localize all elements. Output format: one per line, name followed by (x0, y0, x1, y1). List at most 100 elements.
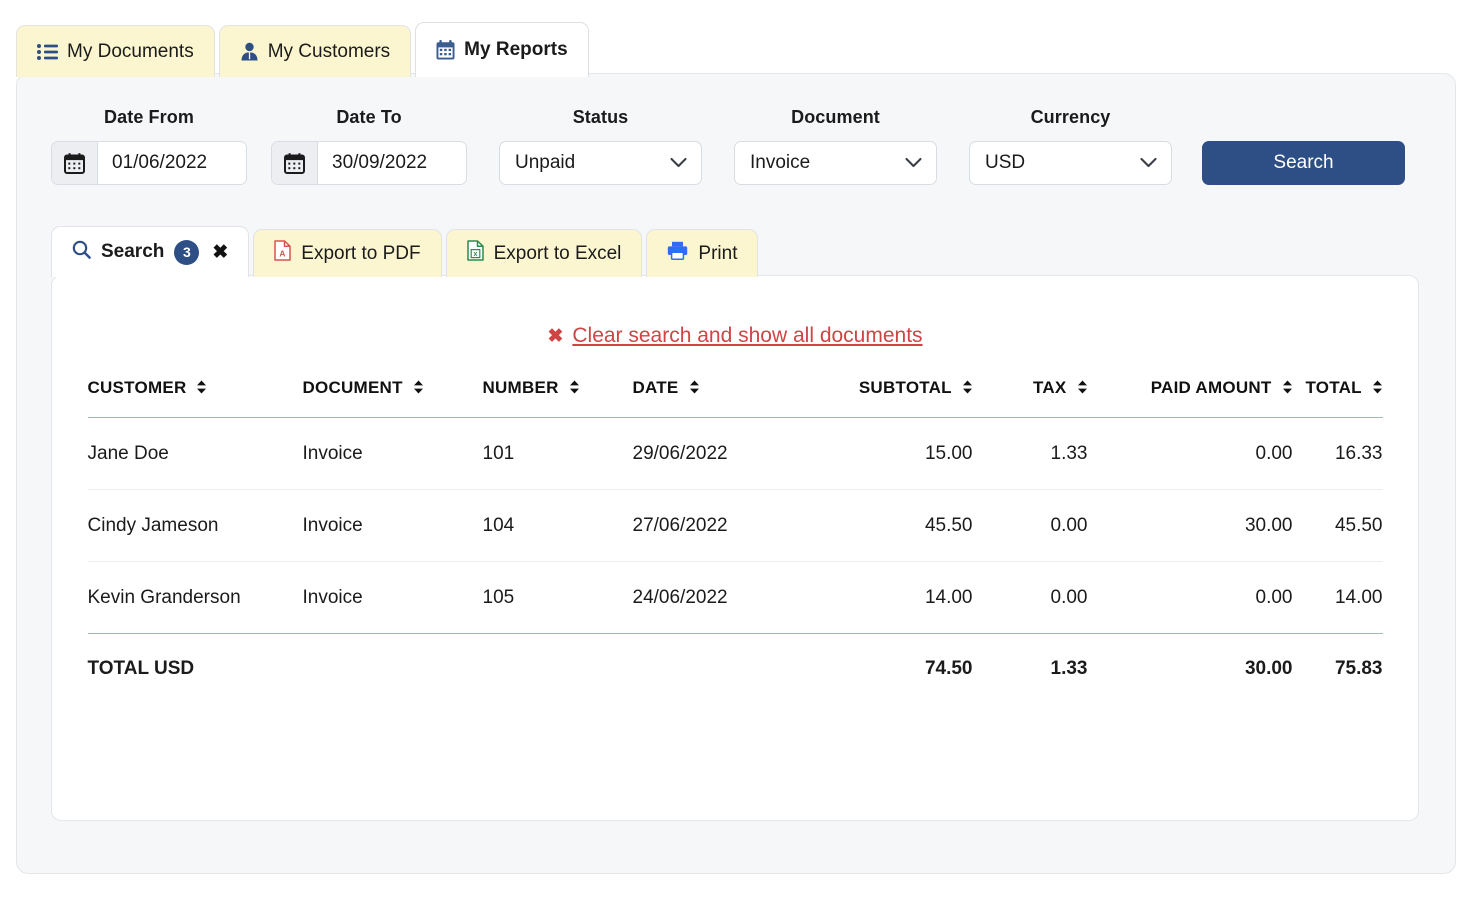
filter-label: Document (791, 107, 880, 127)
filter-bar: Date From 01/06/2022 Date To 30/09/2022 … (51, 107, 1405, 185)
status-select[interactable]: Unpaid (499, 141, 702, 185)
sort-icon (1077, 379, 1088, 399)
totals-spacer (303, 634, 483, 705)
clear-search-link[interactable]: Clear search and show all documents (572, 324, 922, 348)
cell-customer: Cindy Jameson (87, 489, 303, 562)
svg-text:A: A (280, 249, 286, 259)
cell-subtotal: 45.50 (817, 489, 973, 562)
column-header-document[interactable]: DOCUMENT (302, 378, 483, 418)
tab-search-results[interactable]: Search 3 ✖ (51, 226, 250, 277)
totals-spacer (633, 634, 818, 705)
sort-icon (1282, 379, 1293, 399)
search-result-count-badge: 3 (174, 239, 200, 265)
cell-paid-amount: 30.00 (1087, 489, 1293, 562)
column-label: SUBTOTAL (858, 378, 952, 397)
list-icon (37, 43, 58, 61)
tab-export-excel[interactable]: x Export to Excel (445, 229, 643, 277)
totals-spacer (483, 634, 633, 705)
sort-icon (413, 379, 424, 399)
totals-total: 75.83 (1334, 658, 1383, 679)
results-card: ✖ Clear search and show all documents CU… (51, 275, 1419, 821)
cell-number: 104 (482, 489, 633, 562)
cell-document: Invoice (302, 489, 483, 562)
cell-subtotal: 14.00 (817, 561, 973, 634)
document-select[interactable]: Invoice (734, 141, 937, 185)
cell-tax: 0.00 (972, 561, 1088, 634)
close-icon[interactable]: ✖ (547, 327, 563, 346)
filter-label: Date To (336, 107, 402, 127)
tab-label: My Reports (464, 39, 568, 60)
column-label: CUSTOMER (87, 378, 187, 397)
clear-search-row: ✖ Clear search and show all documents (52, 324, 1418, 348)
cell-tax: 0.00 (972, 489, 1088, 562)
tab-export-pdf[interactable]: A Export to PDF (253, 229, 442, 277)
cell-date: 24/06/2022 (632, 561, 818, 634)
filter-label: Date From (104, 107, 194, 127)
sort-icon (1372, 379, 1383, 399)
calendar-icon[interactable] (52, 142, 98, 184)
status-value: Unpaid (515, 152, 576, 173)
search-tab-label: Search (101, 241, 165, 262)
currency-select[interactable]: USD (969, 141, 1172, 185)
date-to-input-group[interactable]: 30/09/2022 (271, 141, 467, 185)
filter-status: Status Unpaid (499, 107, 702, 185)
column-label: NUMBER (482, 378, 559, 397)
table-row[interactable]: Jane Doe Invoice 101 29/06/2022 15.00 1.… (87, 417, 1383, 490)
column-header-number[interactable]: NUMBER (482, 378, 633, 418)
search-button[interactable]: Search (1202, 141, 1405, 185)
column-label: TAX (1033, 378, 1067, 397)
tab-label: My Customers (267, 40, 391, 62)
cell-document: Invoice (302, 561, 483, 634)
column-header-total[interactable]: TOTAL (1292, 378, 1383, 418)
tab-my-reports[interactable]: My Reports (415, 22, 589, 77)
totals-paid-amount: 30.00 (1244, 658, 1293, 679)
action-tabs: Search 3 ✖ A Export to PDF x Export to E… (51, 226, 762, 277)
column-header-tax[interactable]: TAX (972, 378, 1088, 418)
user-icon (240, 42, 259, 61)
filter-document: Document Invoice (734, 107, 937, 185)
cell-date: 29/06/2022 (632, 417, 818, 490)
currency-value: USD (985, 152, 1026, 173)
close-icon[interactable]: ✖ (212, 243, 228, 262)
column-header-paid-amount[interactable]: PAID AMOUNT (1087, 378, 1293, 418)
table-header-row: CUSTOMER DOCUMENT NUMBER DATE SUBTOTAL T… (87, 378, 1383, 418)
document-value: Invoice (750, 152, 811, 173)
filter-label: Currency (1030, 107, 1111, 127)
date-to-value[interactable]: 30/09/2022 (318, 142, 466, 184)
chevron-down-icon (670, 157, 687, 169)
cell-paid-amount: 0.00 (1087, 561, 1293, 634)
filter-label: Status (572, 107, 629, 127)
cell-customer: Kevin Granderson (87, 561, 303, 634)
column-label: DOCUMENT (302, 378, 403, 397)
column-header-date[interactable]: DATE (632, 378, 818, 418)
table-totals-row: TOTAL USD 74.50 1.33 30.00 75.83 (88, 634, 1383, 705)
tab-print[interactable]: Print (646, 229, 759, 277)
chevron-down-icon (1140, 157, 1157, 169)
cell-paid-amount: 0.00 (1087, 417, 1293, 490)
calendar-icon (436, 40, 455, 60)
cell-subtotal: 15.00 (817, 417, 973, 490)
column-header-customer[interactable]: CUSTOMER (87, 378, 303, 418)
sort-icon (569, 379, 580, 399)
sort-icon (962, 379, 973, 399)
tab-label: Export to PDF (301, 242, 421, 264)
table-row[interactable]: Cindy Jameson Invoice 104 27/06/2022 45.… (87, 489, 1383, 562)
column-header-subtotal[interactable]: SUBTOTAL (817, 378, 973, 418)
cell-total: 14.00 (1292, 561, 1383, 634)
tab-my-documents[interactable]: My Documents (16, 25, 215, 77)
column-label: PAID AMOUNT (1150, 378, 1272, 397)
tab-my-customers[interactable]: My Customers (218, 25, 412, 77)
filter-date-from: Date From 01/06/2022 (51, 107, 247, 185)
table-row[interactable]: Kevin Granderson Invoice 105 24/06/2022 … (87, 561, 1383, 634)
cell-tax: 1.33 (972, 417, 1088, 490)
totals-label: TOTAL USD (87, 658, 195, 679)
date-from-input-group[interactable]: 01/06/2022 (51, 141, 247, 185)
svg-text:x: x (473, 251, 477, 258)
totals-subtotal: 74.50 (924, 658, 973, 679)
sort-icon (689, 379, 700, 399)
excel-file-icon: x (466, 240, 484, 267)
chevron-down-icon (905, 157, 922, 169)
date-from-value[interactable]: 01/06/2022 (98, 142, 246, 184)
calendar-icon[interactable] (272, 142, 318, 184)
column-label: DATE (632, 378, 679, 397)
